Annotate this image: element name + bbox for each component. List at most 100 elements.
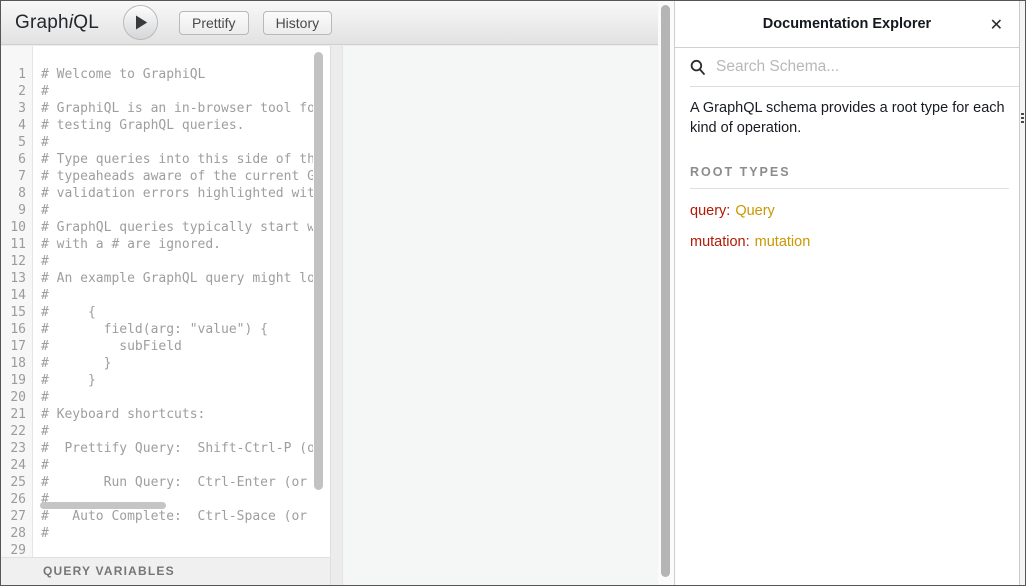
editor-vertical-scrollbar[interactable] — [314, 52, 323, 490]
line-number: 14 — [1, 287, 26, 304]
line-number: 2 — [1, 83, 26, 100]
graphiql-logo: GraphiQL — [15, 12, 99, 34]
execute-query-button[interactable] — [123, 5, 158, 40]
prettify-button[interactable]: Prettify — [179, 11, 249, 35]
editor-line: 3 # GraphiQL is an in-browser tool for wr… — [1, 100, 330, 117]
line-number: 27 — [1, 508, 26, 525]
type-name-link[interactable]: mutation — [755, 234, 811, 250]
line-text: # typeaheads aware of the current GraphQ… — [41, 168, 313, 185]
editor-line: 2# — [1, 83, 330, 100]
line-number: 15 — [1, 304, 26, 321]
search-schema-input[interactable] — [714, 57, 994, 77]
query-editor[interactable]: 1# Welcome to GraphiQL2#3# GraphiQL is a… — [1, 46, 330, 557]
line-number: 13 — [1, 270, 26, 287]
documentation-explorer-panel: Documentation Explorer ✕ A GraphQL schem… — [674, 1, 1019, 585]
line-number: 9 — [1, 202, 26, 219]
editor-line: 18 # } — [1, 355, 330, 372]
search-icon — [690, 59, 706, 76]
line-text: # GraphQL queries typically start with a… — [41, 219, 313, 236]
resize-grip-icon[interactable] — [1021, 113, 1024, 125]
editor-line: 28 # — [1, 525, 330, 542]
editor-line: 4# testing GraphQL queries. — [1, 117, 330, 134]
line-text: # } — [41, 372, 96, 389]
line-number: 24 — [1, 457, 26, 474]
play-icon — [135, 15, 148, 30]
doc-explorer-content: A GraphQL schema provides a root type fo… — [675, 87, 1019, 251]
line-number: 6 — [1, 151, 26, 168]
editor-line: 7 # typeaheads aware of the current Graph… — [1, 168, 330, 185]
editor-line: 21# Keyboard shortcuts: — [1, 406, 330, 423]
editor-line: 11# with a # are ignored. — [1, 236, 330, 253]
line-number: 7 — [1, 168, 26, 185]
line-text: # — [41, 525, 49, 542]
editor-line: 20 # — [1, 389, 330, 406]
line-number: 29 — [1, 542, 26, 557]
editor-line: 6# Type queries into this side of the sc… — [1, 151, 330, 168]
close-icon[interactable]: ✕ — [984, 13, 1009, 37]
editor-line: 8 # validation errors highlighted within … — [1, 185, 330, 202]
line-number: 8 — [1, 185, 26, 202]
line-text: # — [41, 253, 49, 270]
line-text: # — [41, 287, 49, 304]
result-pane — [343, 46, 658, 585]
line-text: # — [41, 134, 49, 151]
line-number: 20 — [1, 389, 26, 406]
editor-line: 1 # Welcome to GraphiQL — [1, 66, 330, 83]
editor-horizontal-scrollbar[interactable] — [40, 502, 166, 509]
root-type-item: query: Query — [690, 202, 1009, 220]
line-text: # — [41, 389, 49, 406]
editor-line: 22 # — [1, 423, 330, 440]
line-text: # Welcome to GraphiQL — [41, 66, 205, 83]
editor-line: 24 # — [1, 457, 330, 474]
type-name-link[interactable]: Query — [735, 203, 775, 219]
editor-line: 29 — [1, 542, 330, 557]
line-text: # { — [41, 304, 96, 321]
line-text: # Auto Complete: Ctrl-Space (or just sta… — [41, 508, 313, 525]
line-number: 3 — [1, 100, 26, 117]
graphiql-window: GraphiQL Prettify History 1 # Welcome to … — [0, 0, 1026, 586]
editor-line: 17# subField — [1, 338, 330, 355]
logo-text: Graph — [15, 12, 69, 33]
line-number: 22 — [1, 423, 26, 440]
line-text: # validation errors highlighted within t… — [41, 185, 313, 202]
doc-explorer-title-bar: Documentation Explorer ✕ — [675, 1, 1019, 48]
line-text: # Keyboard shortcuts: — [41, 406, 205, 423]
editor-lines: 1# Welcome to GraphiQL2#3# GraphiQL is a… — [1, 46, 330, 557]
field-name-link[interactable]: query: — [690, 203, 730, 219]
editor-line: 15 # { — [1, 304, 330, 321]
history-button[interactable]: History — [263, 11, 333, 35]
root-type-item: mutation: mutation — [690, 233, 1009, 251]
line-text: # — [41, 457, 49, 474]
line-number: 18 — [1, 355, 26, 372]
line-number: 16 — [1, 321, 26, 338]
line-number: 19 — [1, 372, 26, 389]
editor-line: 9# — [1, 202, 330, 219]
line-text: # GraphiQL is an in-browser tool for wri… — [41, 100, 313, 117]
line-text: # } — [41, 355, 111, 372]
editor-line: 13 # An example GraphQL query might look … — [1, 270, 330, 287]
query-variables-header[interactable]: QUERY VARIABLES — [1, 557, 330, 585]
line-text: # field(arg: "value") { — [41, 321, 268, 338]
line-text: # with a # are ignored. — [41, 236, 221, 253]
line-text: # — [41, 202, 49, 219]
field-name-link[interactable]: mutation: — [690, 234, 750, 250]
right-edge-strip — [1019, 1, 1025, 585]
line-number: 26 — [1, 491, 26, 508]
line-text: # — [41, 423, 49, 440]
line-number: 1 — [1, 66, 26, 83]
editor-line: 16 # field(arg: "value") { — [1, 321, 330, 338]
editor-line: 12# — [1, 253, 330, 270]
editor-line: 25 # Run Query: Ctrl-Enter (or press the … — [1, 474, 330, 491]
editor-line: 23# Prettify Query: Shift-Ctrl-P (or pre… — [1, 440, 330, 457]
page-scrollbar-thumb[interactable] — [661, 5, 670, 577]
line-number: 25 — [1, 474, 26, 491]
toolbar: GraphiQL Prettify History — [1, 1, 658, 45]
line-text: # Prettify Query: Shift-Ctrl-P (or press… — [41, 440, 313, 457]
line-number: 28 — [1, 525, 26, 542]
line-number: 17 — [1, 338, 26, 355]
line-text: # An example GraphQL query might look li… — [41, 270, 313, 287]
doc-explorer-title: Documentation Explorer — [763, 16, 931, 32]
editor-line: 10# GraphQL queries typically start with… — [1, 219, 330, 236]
line-text: # Run Query: Ctrl-Enter (or press the pl… — [41, 474, 313, 491]
editor-result-divider[interactable] — [330, 46, 343, 585]
